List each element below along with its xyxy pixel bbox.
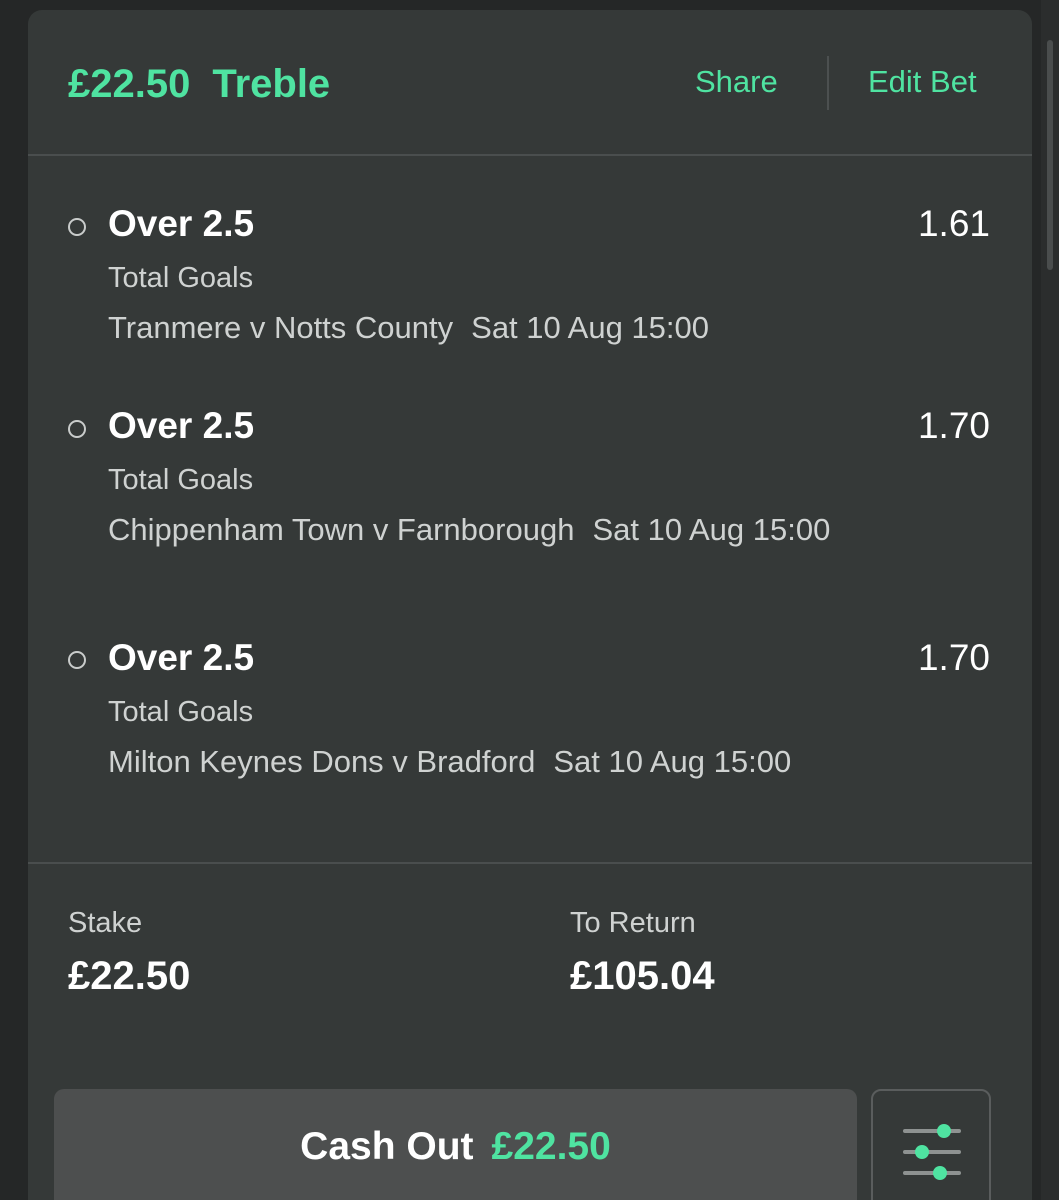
selection-event: Tranmere v Notts County Sat 10 Aug 15:00 xyxy=(108,308,868,348)
selection-name: Over 2.5 xyxy=(108,637,255,678)
cash-out-button[interactable]: Cash Out £22.50 xyxy=(54,1089,857,1200)
share-button[interactable]: Share xyxy=(695,64,778,100)
cash-out-amount: £22.50 xyxy=(491,1125,611,1168)
divider xyxy=(28,862,1032,864)
selection-name: Over 2.5 xyxy=(108,203,255,244)
stake-value: £22.50 xyxy=(68,954,191,998)
selection-market: Total Goals xyxy=(108,464,254,496)
event-time: Sat 10 Aug 15:00 xyxy=(471,310,710,345)
cash-out-settings-button[interactable] xyxy=(871,1089,991,1200)
bet-history-page: £22.50 Treble Share Edit Bet Over 2.5 1.6… xyxy=(0,0,1059,1200)
selection-market: Total Goals xyxy=(108,696,254,728)
pending-circle-icon xyxy=(68,218,86,236)
stake-label: Stake xyxy=(68,907,143,939)
bet-card-header: £22.50 Treble Share Edit Bet xyxy=(28,10,1032,155)
event-teams: Chippenham Town v Farnborough xyxy=(108,512,575,547)
scrollbar-thumb[interactable] xyxy=(1047,40,1053,270)
event-teams: Tranmere v Notts County xyxy=(108,310,454,345)
bet-type: Treble xyxy=(212,62,331,106)
selection-event: Milton Keynes Dons v Bradford Sat 10 Aug … xyxy=(108,742,868,782)
cash-out-label: Cash Out xyxy=(300,1125,474,1168)
event-time: Sat 10 Aug 15:00 xyxy=(553,744,792,779)
header-divider xyxy=(827,56,829,110)
edit-bet-button[interactable]: Edit Bet xyxy=(868,64,977,100)
event-time: Sat 10 Aug 15:00 xyxy=(592,512,831,547)
pending-circle-icon xyxy=(68,420,86,438)
pending-circle-icon xyxy=(68,651,86,669)
selection-name: Over 2.5 xyxy=(108,405,255,446)
bet-title-stake: £22.50 xyxy=(68,62,191,106)
selection-odds: 1.61 xyxy=(917,203,990,244)
return-value: £105.04 xyxy=(570,954,715,998)
selection-market: Total Goals xyxy=(108,262,254,294)
event-teams: Milton Keynes Dons v Bradford xyxy=(108,744,536,779)
selection-odds: 1.70 xyxy=(917,405,990,446)
selection-odds: 1.70 xyxy=(917,637,990,678)
bet-title: £22.50 Treble xyxy=(68,62,330,107)
divider xyxy=(28,154,1032,156)
selection-event: Chippenham Town v Farnborough Sat 10 Aug … xyxy=(108,510,868,550)
return-label: To Return xyxy=(570,907,696,939)
bet-card: £22.50 Treble Share Edit Bet Over 2.5 1.6… xyxy=(28,10,1032,1200)
scrollbar[interactable] xyxy=(1041,0,1059,1200)
